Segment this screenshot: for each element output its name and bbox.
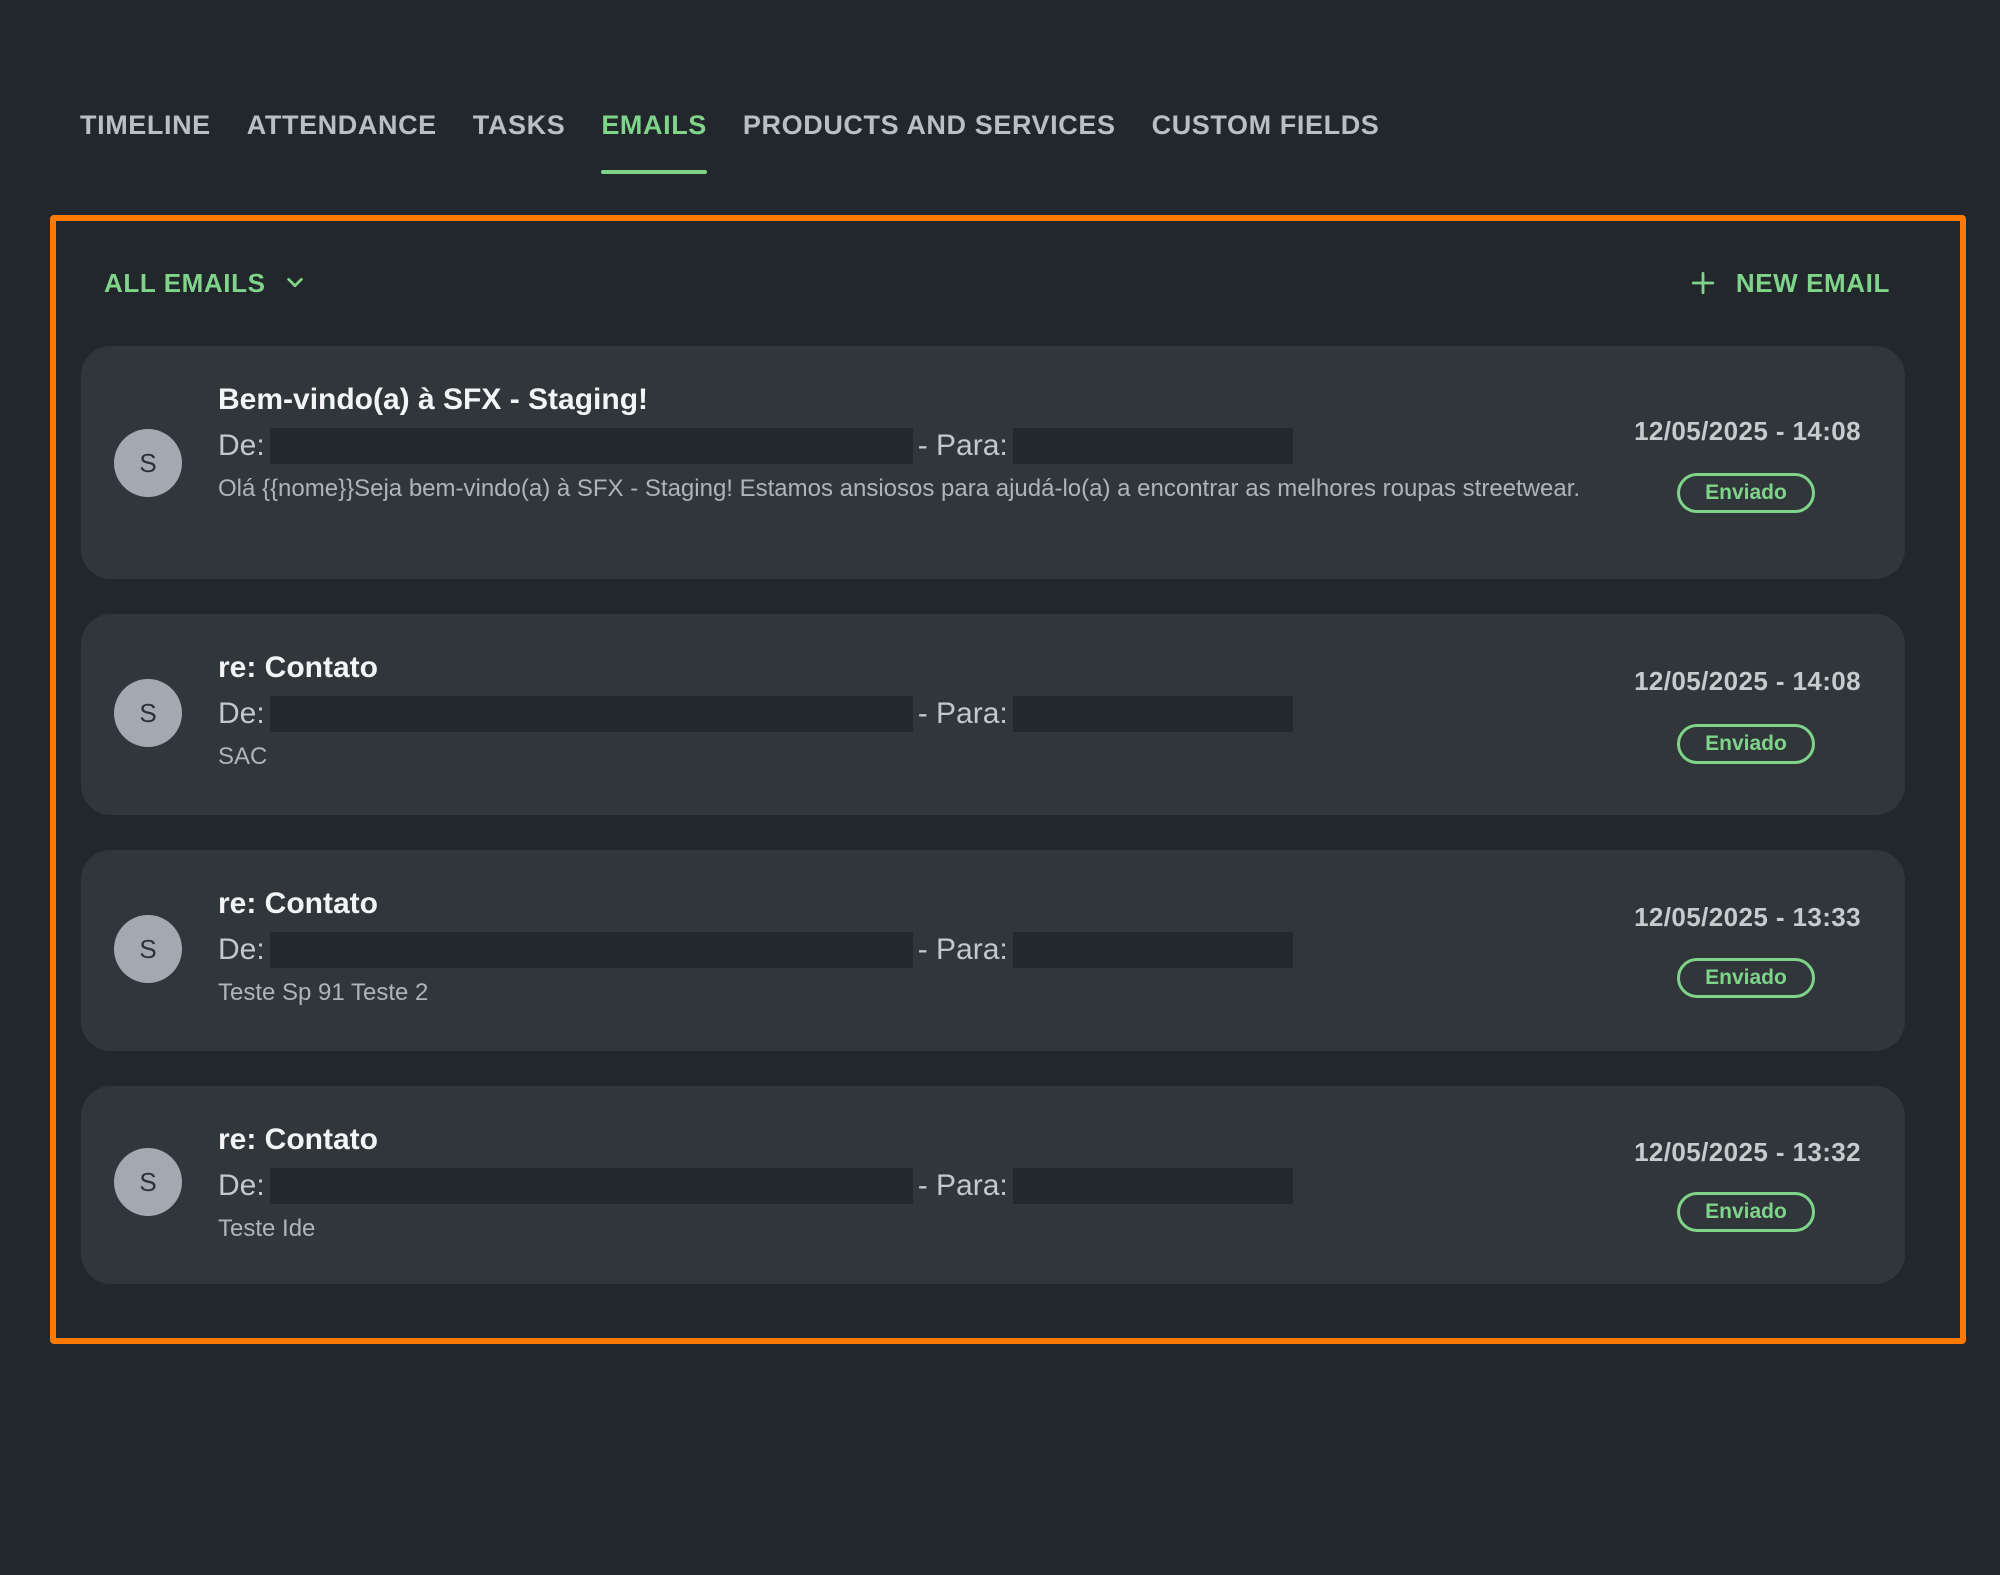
avatar: S	[114, 679, 182, 747]
email-content: re: Contato De: - Para: Teste Ide	[218, 1122, 1615, 1246]
email-subject: re: Contato	[218, 887, 378, 920]
from-label: De:	[218, 429, 265, 462]
email-item[interactable]: S re: Contato De: - Para: Teste Sp 91 Te…	[81, 850, 1905, 1051]
email-addresses: De: - Para:	[218, 428, 1615, 464]
to-label: - Para:	[917, 1169, 1008, 1202]
email-content: re: Contato De: - Para: SAC	[218, 650, 1615, 774]
email-subject: Bem-vindo(a) à SFX - Staging!	[218, 383, 649, 416]
email-preview: Olá {{nome}}Seja bem-vindo(a) à SFX - St…	[218, 475, 1581, 502]
chevron-down-icon	[286, 277, 303, 288]
redacted-recipient	[1012, 696, 1293, 732]
redacted-sender	[269, 1168, 913, 1204]
avatar: S	[114, 1148, 182, 1216]
email-content: Bem-vindo(a) à SFX - Staging! De: - Para…	[218, 382, 1615, 506]
redacted-sender	[269, 696, 913, 732]
redacted-sender	[269, 428, 913, 464]
to-label: - Para:	[917, 933, 1008, 966]
email-date: 12/05/2025 - 14:08	[1634, 416, 1861, 446]
tab-custom-fields[interactable]: CUSTOM FIELDS	[1152, 108, 1380, 178]
email-item[interactable]: S re: Contato De: - Para: Teste Ide 12/0…	[81, 1086, 1905, 1284]
tab-products-and-services[interactable]: PRODUCTS AND SERVICES	[743, 108, 1116, 178]
from-label: De:	[218, 933, 265, 966]
email-filter-label: ALL EMAILS	[104, 267, 266, 298]
tab-emails[interactable]: EMAILS	[601, 108, 707, 178]
redacted-recipient	[1012, 428, 1293, 464]
email-meta: 12/05/2025 - 13:33	[1621, 902, 1861, 933]
tab-bar: TIMELINE ATTENDANCE TASKS EMAILS PRODUCT…	[80, 108, 1379, 178]
from-label: De:	[218, 697, 265, 730]
emails-panel: ALL EMAILS NEW EMAIL S Bem-vindo(a) à SF…	[50, 215, 1966, 1344]
tab-attendance[interactable]: ATTENDANCE	[247, 108, 437, 178]
status-badge: Enviado	[1677, 473, 1815, 513]
plus-icon	[1691, 271, 1714, 295]
email-addresses: De: - Para:	[218, 696, 1615, 732]
to-label: - Para:	[917, 697, 1008, 730]
new-email-label: NEW EMAIL	[1735, 267, 1890, 298]
email-meta: 12/05/2025 - 13:32	[1621, 1137, 1861, 1168]
tab-timeline[interactable]: TIMELINE	[80, 108, 211, 178]
avatar: S	[114, 429, 182, 497]
email-preview: Teste Sp 91 Teste 2	[218, 979, 429, 1006]
email-subject: re: Contato	[218, 1123, 378, 1156]
new-email-button[interactable]: NEW EMAIL	[1690, 268, 1890, 299]
email-item[interactable]: S re: Contato De: - Para: SAC 12/05/2025…	[81, 614, 1905, 815]
status-badge: Enviado	[1677, 724, 1815, 764]
from-label: De:	[218, 1169, 265, 1202]
email-subject: re: Contato	[218, 651, 378, 684]
email-addresses: De: - Para:	[218, 932, 1615, 968]
email-filter-dropdown[interactable]: ALL EMAILS	[104, 268, 306, 299]
email-preview: SAC	[218, 743, 268, 770]
email-meta: 12/05/2025 - 14:08	[1621, 416, 1861, 447]
email-item[interactable]: S Bem-vindo(a) à SFX - Staging! De: - Pa…	[81, 346, 1905, 579]
email-date: 12/05/2025 - 13:32	[1634, 1137, 1861, 1167]
email-preview: Teste Ide	[218, 1215, 316, 1242]
redacted-recipient	[1012, 1168, 1293, 1204]
to-label: - Para:	[917, 429, 1008, 462]
tab-tasks[interactable]: TASKS	[473, 108, 566, 178]
redacted-recipient	[1012, 932, 1293, 968]
email-date: 12/05/2025 - 13:33	[1634, 902, 1861, 932]
email-content: re: Contato De: - Para: Teste Sp 91 Test…	[218, 886, 1615, 1010]
redacted-sender	[269, 932, 913, 968]
email-meta: 12/05/2025 - 14:08	[1621, 666, 1861, 697]
status-badge: Enviado	[1677, 1192, 1815, 1232]
email-date: 12/05/2025 - 14:08	[1634, 666, 1861, 696]
avatar: S	[114, 915, 182, 983]
status-badge: Enviado	[1677, 958, 1815, 998]
email-addresses: De: - Para:	[218, 1168, 1615, 1204]
emails-toolbar: ALL EMAILS NEW EMAIL	[104, 261, 1890, 305]
